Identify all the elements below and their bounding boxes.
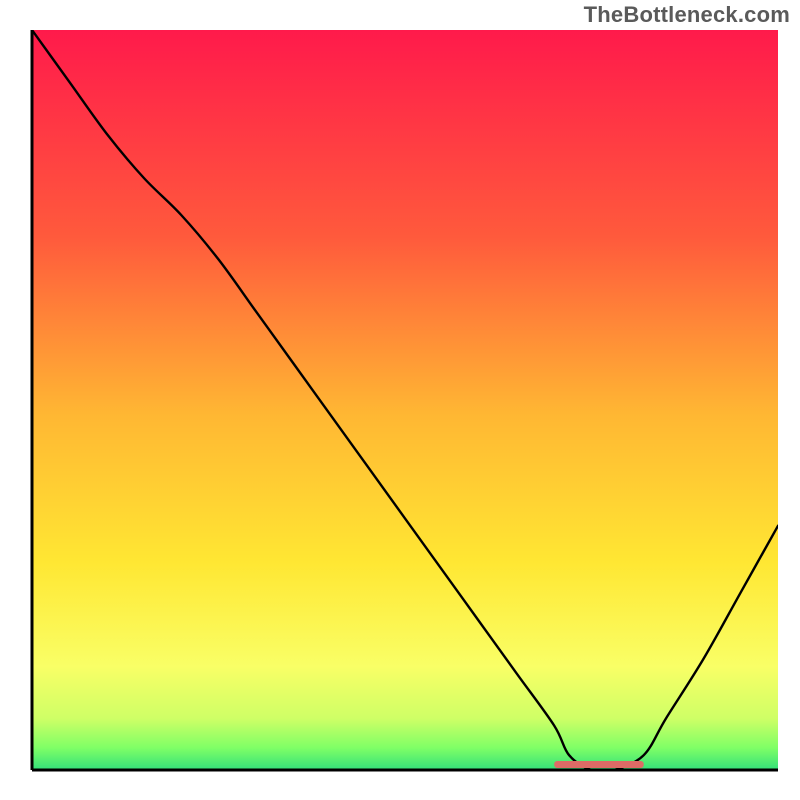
watermark-label: TheBottleneck.com bbox=[584, 2, 790, 28]
plot-background bbox=[32, 30, 778, 770]
bottleneck-chart bbox=[0, 0, 800, 800]
floor-marker bbox=[554, 761, 644, 768]
chart-stage: TheBottleneck.com bbox=[0, 0, 800, 800]
